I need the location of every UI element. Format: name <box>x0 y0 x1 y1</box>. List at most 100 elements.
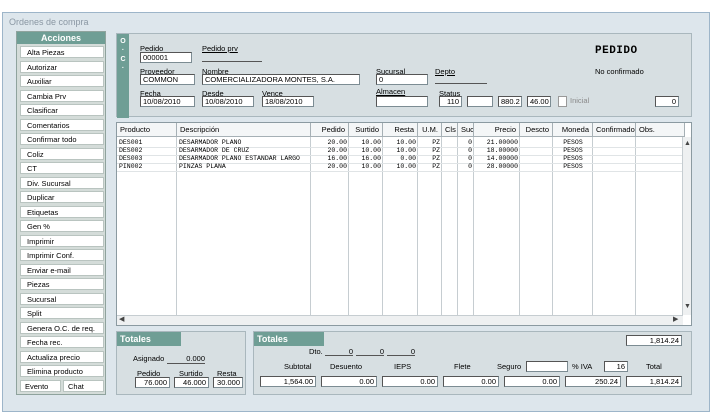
inicial-checkbox[interactable] <box>558 96 567 107</box>
proveedor-field[interactable]: COMMON <box>140 74 195 85</box>
table-cell[interactable]: 10.00 <box>383 139 418 147</box>
table-cell[interactable]: 0 <box>458 155 474 163</box>
vence-field[interactable]: 18/08/2010 <box>262 96 314 107</box>
column-header[interactable]: Cls <box>442 123 458 137</box>
table-cell[interactable]: 10.00 <box>383 147 418 155</box>
table-cell[interactable]: PZ <box>418 139 442 147</box>
table-cell[interactable]: PESOS <box>553 147 593 155</box>
table-cell[interactable]: 16.00 <box>349 155 383 163</box>
table-cell[interactable]: 20.00 <box>311 147 349 155</box>
table-cell[interactable]: 0.00 <box>383 155 418 163</box>
dto-field-3[interactable]: 0 <box>387 347 415 356</box>
event-button[interactable]: Evento <box>20 380 61 392</box>
surtido-total-field[interactable]: 46.000 <box>174 377 209 388</box>
vertical-scrollbar[interactable]: ▲ ▼ <box>682 137 691 315</box>
pedido-field[interactable]: 000001 <box>140 52 192 63</box>
sidebar-action-button[interactable]: Actualiza precio <box>20 350 104 363</box>
seguro-field[interactable] <box>526 361 568 372</box>
table-cell[interactable]: DES001 <box>117 139 177 147</box>
depto-field[interactable] <box>435 74 487 84</box>
desde-field[interactable]: 10/08/2010 <box>202 96 254 107</box>
sidebar-action-button[interactable]: CT <box>20 162 104 174</box>
table-cell[interactable] <box>636 139 685 147</box>
table-cell[interactable]: 10.00 <box>383 163 418 171</box>
total-value-field[interactable]: 0.00 <box>382 376 438 387</box>
asignado-field[interactable]: 0.000 <box>167 354 205 364</box>
table-cell[interactable]: 10.00 <box>349 163 383 171</box>
column-header[interactable]: Suc <box>458 123 474 137</box>
scroll-down-icon[interactable]: ▼ <box>684 303 691 311</box>
table-cell[interactable]: 10.00 <box>349 139 383 147</box>
table-cell[interactable] <box>636 155 685 163</box>
total-value-field[interactable]: 250.24 <box>565 376 621 387</box>
table-cell[interactable]: 20.00 <box>311 163 349 171</box>
table-cell[interactable]: 28.00000 <box>474 163 520 171</box>
table-cell[interactable]: PESOS <box>553 139 593 147</box>
total-value-field[interactable]: 1,814.24 <box>626 376 682 387</box>
table-cell[interactable] <box>520 155 553 163</box>
almacen-field[interactable] <box>376 96 428 107</box>
column-header[interactable]: Surtido <box>349 123 383 137</box>
column-header[interactable]: Pedido <box>311 123 349 137</box>
amount-46-field[interactable]: 46.00 <box>527 96 551 107</box>
table-cell[interactable]: 10.00 <box>349 147 383 155</box>
table-cell[interactable]: PZ <box>418 163 442 171</box>
sidebar-action-button[interactable]: Elimina producto <box>20 365 104 377</box>
table-cell[interactable] <box>636 163 685 171</box>
sidebar-action-button[interactable]: Gen % <box>20 220 104 232</box>
dto-field-2[interactable]: 0 <box>356 347 384 356</box>
sidebar-action-button[interactable]: Coliz <box>20 147 104 160</box>
column-header[interactable]: Producto <box>117 123 177 137</box>
sucursal-field[interactable]: 0 <box>376 74 428 85</box>
table-cell[interactable]: PZ <box>418 155 442 163</box>
table-cell[interactable]: DESARMADOR DE CRUZ <box>177 147 311 155</box>
sidebar-action-button[interactable]: Autorizar <box>20 60 104 73</box>
column-header[interactable]: Descto <box>520 123 553 137</box>
table-cell[interactable]: DES003 <box>117 155 177 163</box>
column-header[interactable]: Descripción <box>177 123 311 137</box>
total-value-field[interactable]: 0.00 <box>321 376 377 387</box>
table-cell[interactable]: DES002 <box>117 147 177 155</box>
sidebar-action-button[interactable]: Imprimir Conf. <box>20 249 104 261</box>
pedido-total-field[interactable]: 76.000 <box>135 377 170 388</box>
amount-880-field[interactable]: 880.2 <box>498 96 522 107</box>
table-cell[interactable] <box>520 139 553 147</box>
table-cell[interactable]: 21.00000 <box>474 139 520 147</box>
sidebar-action-button[interactable]: Alta Piezas <box>20 46 104 58</box>
column-header[interactable]: Confirmado <box>593 123 636 137</box>
table-cell[interactable]: DESARMADOR PLANO ESTANDAR LARGO <box>177 155 311 163</box>
sidebar-action-button[interactable]: Piezas <box>20 278 104 290</box>
sidebar-action-button[interactable]: Etiquetas <box>20 205 104 218</box>
fecha-field[interactable]: 10/08/2010 <box>140 96 195 107</box>
table-cell[interactable]: 20.00 <box>311 139 349 147</box>
scroll-right-icon[interactable]: ▶ <box>673 316 678 324</box>
table-cell[interactable]: 0 <box>458 147 474 155</box>
sidebar-action-button[interactable]: Genera O.C. de req. <box>20 321 104 334</box>
top-total-field[interactable]: 1,814.24 <box>626 335 682 346</box>
sidebar-action-button[interactable]: Clasificar <box>20 104 104 116</box>
total-value-field[interactable]: 0.00 <box>504 376 560 387</box>
chat-button[interactable]: Chat <box>63 380 104 392</box>
sidebar-action-button[interactable]: Div. Sucursal <box>20 176 104 189</box>
table-cell[interactable] <box>442 139 458 147</box>
resta-total-field[interactable]: 30.000 <box>213 377 243 388</box>
table-cell[interactable]: 18.00000 <box>474 147 520 155</box>
sidebar-action-button[interactable]: Auxiliar <box>20 75 104 87</box>
table-cell[interactable] <box>593 163 636 171</box>
table-cell[interactable] <box>593 155 636 163</box>
column-header[interactable]: Resta <box>383 123 418 137</box>
right-value-field[interactable]: 0 <box>655 96 679 107</box>
column-header[interactable]: Precio <box>474 123 520 137</box>
table-cell[interactable]: 0 <box>458 139 474 147</box>
table-cell[interactable]: PIN002 <box>117 163 177 171</box>
table-cell[interactable]: DESARMADOR PLANO <box>177 139 311 147</box>
sidebar-action-button[interactable]: Imprimir <box>20 234 104 247</box>
total-value-field[interactable]: 0.00 <box>443 376 499 387</box>
table-cell[interactable] <box>442 147 458 155</box>
table-cell[interactable]: PZ <box>418 147 442 155</box>
column-header[interactable]: Moneda <box>553 123 593 137</box>
sidebar-action-button[interactable]: Sucursal <box>20 292 104 305</box>
table-cell[interactable]: 14.00000 <box>474 155 520 163</box>
table-cell[interactable] <box>520 163 553 171</box>
blank-field[interactable] <box>467 96 493 107</box>
